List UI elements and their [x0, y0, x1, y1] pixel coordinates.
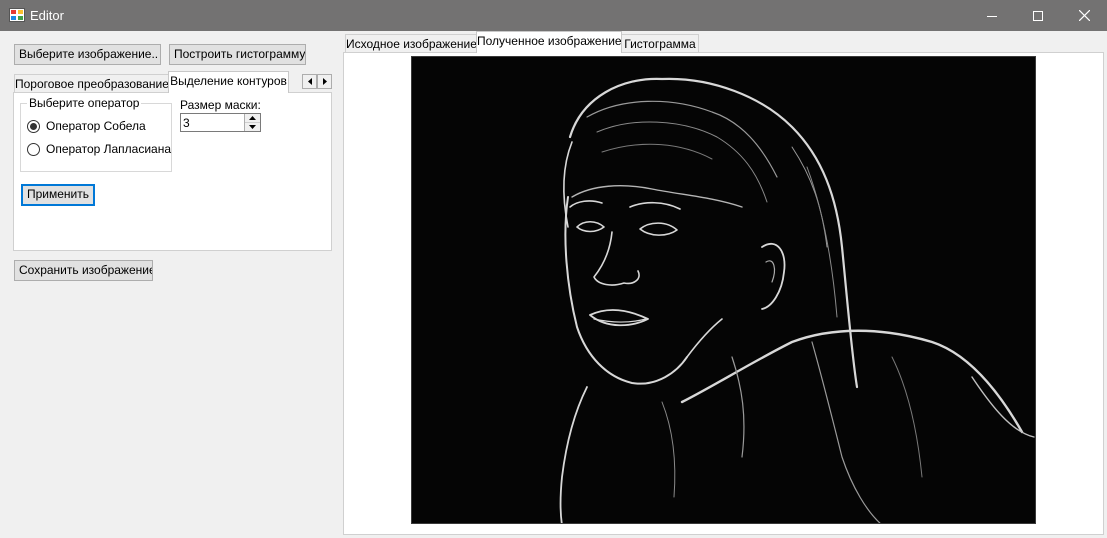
tab-edge-detection[interactable]: Выделение контуров [168, 71, 289, 93]
spinner-buttons [244, 114, 260, 131]
sobel-operator-label: Оператор Собела [46, 119, 146, 133]
arrow-left-icon [307, 78, 312, 85]
apply-button[interactable]: Применить [21, 184, 95, 206]
title-bar: Editor [0, 0, 1107, 31]
result-image [411, 56, 1036, 524]
tab-original-image[interactable]: Исходное изображение [345, 34, 477, 53]
tab-scroll-right-button[interactable] [317, 74, 332, 89]
minimize-icon [987, 15, 997, 17]
arrow-up-icon [249, 116, 256, 120]
tab-threshold[interactable]: Пороговое преобразование [14, 74, 169, 93]
spinner-up-button[interactable] [245, 114, 260, 123]
tab-histogram[interactable]: Гистограмма [621, 34, 699, 53]
radio-unchecked-icon [27, 142, 40, 156]
save-image-button[interactable]: Сохранить изображение [14, 260, 153, 281]
edge-detection-panel: Выберите оператор Оператор Собела Операт… [13, 92, 332, 251]
mask-size-label: Размер маски: [180, 98, 261, 112]
maximize-icon [1033, 10, 1043, 21]
tab-scroll-left-button[interactable] [302, 74, 317, 89]
app-icon [9, 8, 25, 22]
choose-image-button[interactable]: Выберите изображение.. [14, 44, 161, 65]
laplacian-operator-label: Оператор Лапласиана [46, 142, 172, 156]
operator-groupbox: Выберите оператор Оператор Собела Операт… [20, 96, 172, 172]
laplacian-operator-radio[interactable]: Оператор Лапласиана [27, 142, 171, 156]
radio-checked-icon [27, 119, 40, 133]
window-title: Editor [30, 8, 64, 23]
sobel-operator-radio[interactable]: Оператор Собела [27, 119, 146, 133]
mask-size-spinner[interactable] [180, 113, 261, 132]
maximize-button[interactable] [1015, 0, 1061, 31]
mask-size-input[interactable] [181, 114, 247, 131]
minimize-button[interactable] [969, 0, 1015, 31]
spinner-down-button[interactable] [245, 123, 260, 131]
arrow-right-icon [322, 78, 327, 85]
arrow-down-icon [249, 125, 256, 129]
close-icon [1078, 10, 1090, 21]
build-histogram-button[interactable]: Построить гистограмму [169, 44, 306, 65]
tab-result-image[interactable]: Полученное изображение [476, 31, 622, 53]
close-button[interactable] [1061, 0, 1107, 31]
operator-group-label: Выберите оператор [27, 96, 142, 110]
edge-detected-portrait-icon [412, 57, 1035, 523]
